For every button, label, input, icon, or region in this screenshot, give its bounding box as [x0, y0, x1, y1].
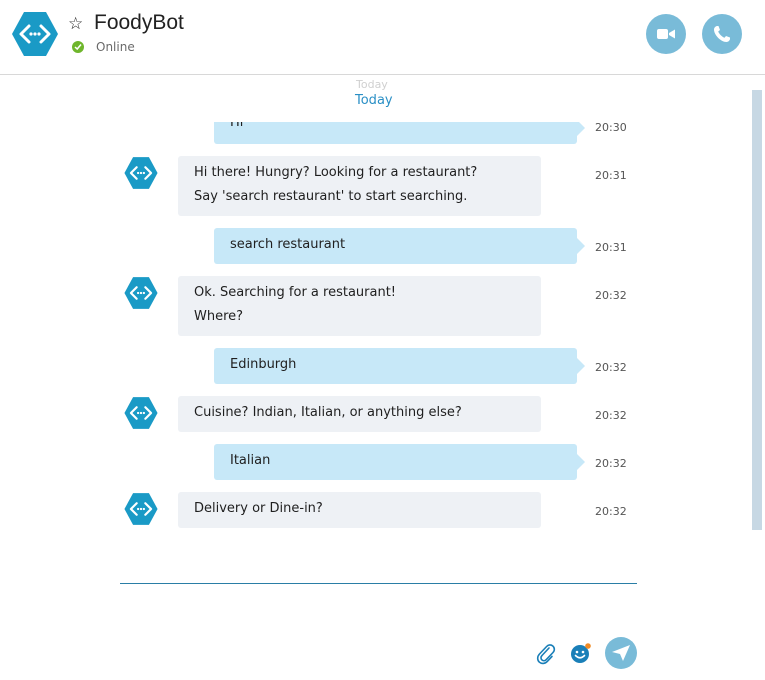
favorite-star-icon[interactable]: ☆: [68, 14, 83, 34]
date-separator-faded: Today: [356, 78, 388, 91]
message-time: 20:32: [595, 457, 627, 470]
status-text: Online: [96, 40, 135, 54]
message-time: 20:32: [595, 289, 627, 302]
message-line: Cuisine? Indian, Italian, or anything el…: [194, 405, 462, 420]
message-time: 20:31: [595, 169, 627, 182]
video-call-button[interactable]: [646, 14, 686, 54]
bot-avatar-icon: [124, 157, 158, 189]
user-message[interactable]: Hi: [214, 115, 585, 144]
emoji-icon[interactable]: [570, 642, 592, 664]
paperclip-icon[interactable]: [536, 643, 556, 665]
online-status-icon: [72, 41, 84, 53]
video-camera-icon: [657, 29, 675, 39]
message-time: 20:31: [595, 241, 627, 254]
bot-avatar-icon[interactable]: [10, 9, 60, 59]
message-line: Ok. Searching for a restaurant!: [194, 285, 397, 300]
user-message[interactable]: Italian: [214, 444, 585, 480]
message-text: search restaurant: [230, 237, 346, 252]
date-separator: Today: [355, 93, 393, 108]
send-button[interactable]: [605, 637, 637, 669]
message-time: 20:32: [595, 361, 627, 374]
message-time: 20:32: [595, 409, 627, 422]
send-icon: [612, 645, 630, 661]
bot-avatar-icon: [124, 493, 158, 525]
bot-message[interactable]: Ok. Searching for a restaurant! Where?: [178, 276, 541, 336]
user-message[interactable]: search restaurant: [214, 228, 585, 264]
chat-header: ☆ FoodyBot Online: [0, 0, 765, 75]
message-line: Say 'search restaurant' to start searchi…: [194, 189, 468, 204]
bot-message[interactable]: Cuisine? Indian, Italian, or anything el…: [178, 396, 541, 432]
bot-avatar-icon: [124, 397, 158, 429]
message-line: Delivery or Dine-in?: [194, 501, 323, 516]
contact-name: FoodyBot: [94, 11, 184, 34]
bot-message[interactable]: Hi there! Hungry? Looking for a restaura…: [178, 156, 541, 216]
message-line: Where?: [194, 309, 244, 324]
message-text: Edinburgh: [230, 357, 297, 372]
message-time: 20:30: [595, 121, 627, 134]
message-time: 20:32: [595, 505, 627, 518]
user-message[interactable]: Edinburgh: [214, 348, 585, 384]
message-input[interactable]: [120, 583, 637, 584]
message-line: Hi there! Hungry? Looking for a restaura…: [194, 165, 478, 180]
bot-avatar-icon: [124, 277, 158, 309]
bot-message[interactable]: Delivery or Dine-in?: [178, 492, 541, 528]
audio-call-button[interactable]: [702, 14, 742, 54]
phone-icon: [714, 26, 730, 42]
message-text: Italian: [230, 453, 271, 468]
message-text: Hi: [230, 115, 244, 130]
chat-scrollbar[interactable]: [752, 90, 762, 530]
